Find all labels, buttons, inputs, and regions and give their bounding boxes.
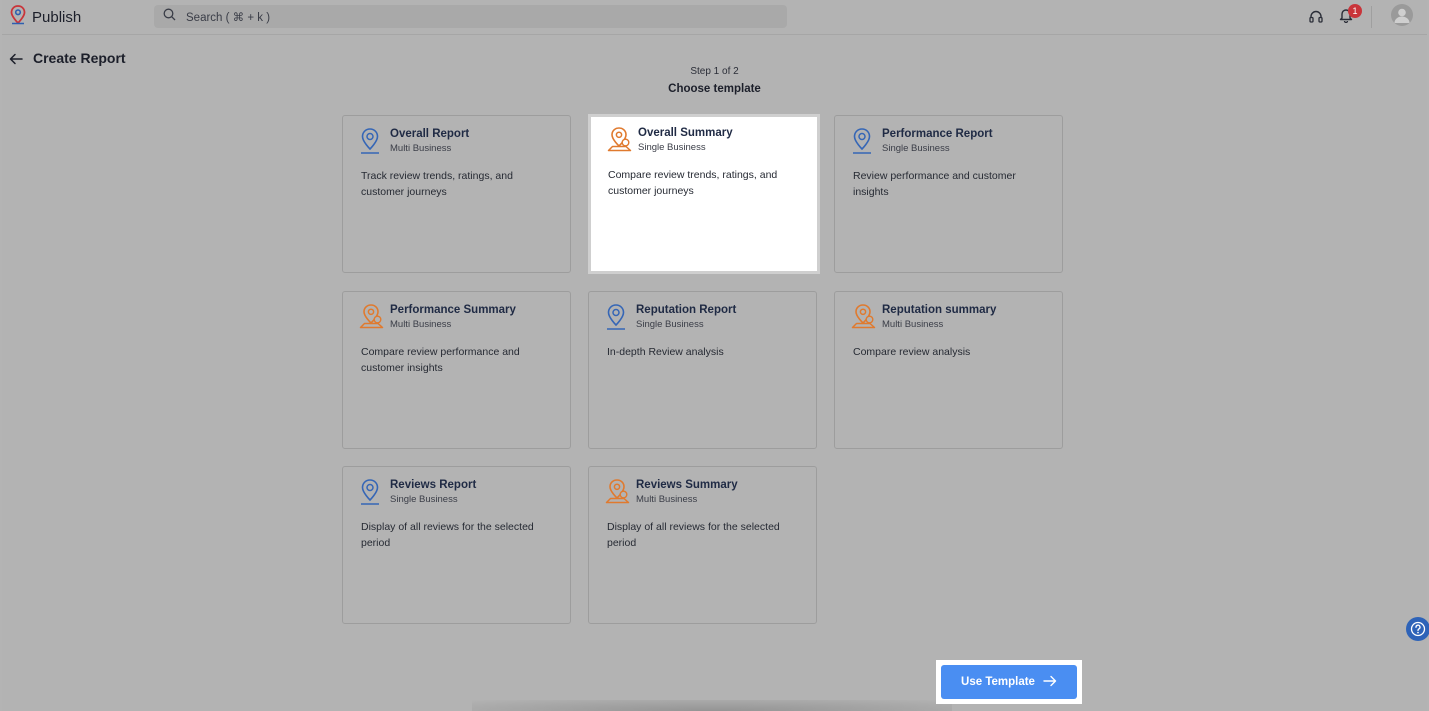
card-subtitle: Multi Business	[390, 319, 452, 330]
back-arrow-icon[interactable]	[8, 51, 24, 67]
template-card-reviews-summary[interactable]: Reviews Summary Multi Business Display o…	[588, 466, 817, 624]
card-subtitle: Multi Business	[882, 319, 944, 330]
card-description: Compare review analysis	[853, 346, 971, 358]
search-bar[interactable]: Search ( ⌘ + k )	[154, 5, 787, 28]
card-title: Reviews Report	[390, 479, 477, 491]
notification-bell[interactable]: 1	[1335, 4, 1362, 28]
step-title: Choose template	[668, 83, 761, 95]
search-icon	[163, 8, 176, 26]
brand[interactable]: Publish	[10, 4, 82, 30]
map-pin-summary-icon	[605, 478, 630, 506]
app-name: Publish	[32, 8, 82, 26]
question-mark-icon	[1410, 621, 1426, 637]
template-card-performance-summary[interactable]: Performance Summary Multi Business Compa…	[342, 291, 571, 449]
card-header: Reviews Report Single Business	[359, 478, 476, 506]
template-card-reviews-report[interactable]: Reviews Report Single Business Display o…	[342, 466, 571, 624]
step-indicator: Step 1 of 2	[690, 66, 739, 77]
card-description: Compare review trends, ratings, and cust…	[608, 169, 778, 197]
notification-count-badge: 1	[1348, 4, 1362, 18]
card-header: Overall Report Multi Business	[359, 127, 469, 155]
card-subtitle: Multi Business	[390, 143, 452, 154]
use-template-highlight: Use Template	[936, 660, 1082, 704]
card-description: Display of all reviews for the selected …	[361, 521, 534, 549]
card-title: Reputation Report	[636, 304, 737, 316]
card-description: In-depth Review analysis	[607, 346, 724, 358]
card-header: Performance Summary Multi Business	[359, 303, 516, 331]
card-title: Performance Summary	[390, 304, 516, 316]
card-description: Review performance and customer insights	[853, 170, 1016, 198]
card-title: Overall Report	[390, 128, 470, 140]
top-bar: Publish Search ( ⌘ + k ) 1	[2, 0, 1427, 35]
card-description: Compare review performance and customer …	[361, 346, 520, 374]
toolbar-divider	[1371, 6, 1372, 28]
user-avatar[interactable]	[1391, 4, 1413, 26]
map-pin-summary-icon	[851, 303, 876, 331]
location-pin-icon	[605, 303, 629, 331]
card-subtitle: Single Business	[636, 319, 704, 330]
template-card-overall-summary[interactable]: Overall Summary Single Business Compare …	[588, 114, 820, 274]
card-description: Display of all reviews for the selected …	[607, 521, 780, 549]
template-card-reputation-report[interactable]: Reputation Report Single Business In-dep…	[588, 291, 817, 449]
card-title: Performance Report	[882, 128, 993, 140]
card-subtitle: Single Business	[638, 142, 706, 153]
page-title: Create Report	[33, 50, 126, 66]
location-pin-icon	[359, 478, 383, 506]
card-subtitle: Multi Business	[636, 494, 698, 505]
card-subtitle: Single Business	[390, 494, 458, 505]
user-avatar-icon	[1394, 8, 1410, 23]
card-subtitle: Single Business	[882, 143, 950, 154]
template-card-reputation-summary[interactable]: Reputation summary Multi Business Compar…	[834, 291, 1063, 449]
card-header: Reviews Summary Multi Business	[605, 478, 738, 506]
card-header: Overall Summary Single Business	[607, 126, 733, 154]
card-title: Reputation summary	[882, 304, 997, 316]
publish-logo-icon	[10, 4, 26, 30]
search-input[interactable]: Search ( ⌘ + k )	[186, 10, 270, 24]
map-pin-summary-icon	[359, 303, 384, 331]
use-template-button[interactable]: Use Template	[941, 665, 1077, 699]
use-template-label: Use Template	[961, 676, 1035, 688]
bottom-shadow	[472, 700, 952, 711]
card-title: Reviews Summary	[636, 479, 738, 491]
help-button[interactable]	[1406, 617, 1429, 641]
location-pin-icon	[851, 127, 875, 155]
card-header: Reputation summary Multi Business	[851, 303, 996, 331]
headset-support-icon[interactable]	[1305, 6, 1327, 28]
template-card-overall-report[interactable]: Overall Report Multi Business Track revi…	[342, 115, 571, 273]
template-card-performance-report[interactable]: Performance Report Single Business Revie…	[834, 115, 1063, 273]
map-pin-summary-icon	[607, 126, 632, 154]
arrow-right-icon	[1043, 675, 1057, 690]
card-description: Track review trends, ratings, and custom…	[361, 170, 513, 198]
app-window: Publish Search ( ⌘ + k ) 1 Create Report…	[2, 0, 1429, 711]
location-pin-icon	[359, 127, 383, 155]
card-header: Performance Report Single Business	[851, 127, 993, 155]
card-header: Reputation Report Single Business	[605, 303, 736, 331]
card-title: Overall Summary	[638, 127, 733, 139]
